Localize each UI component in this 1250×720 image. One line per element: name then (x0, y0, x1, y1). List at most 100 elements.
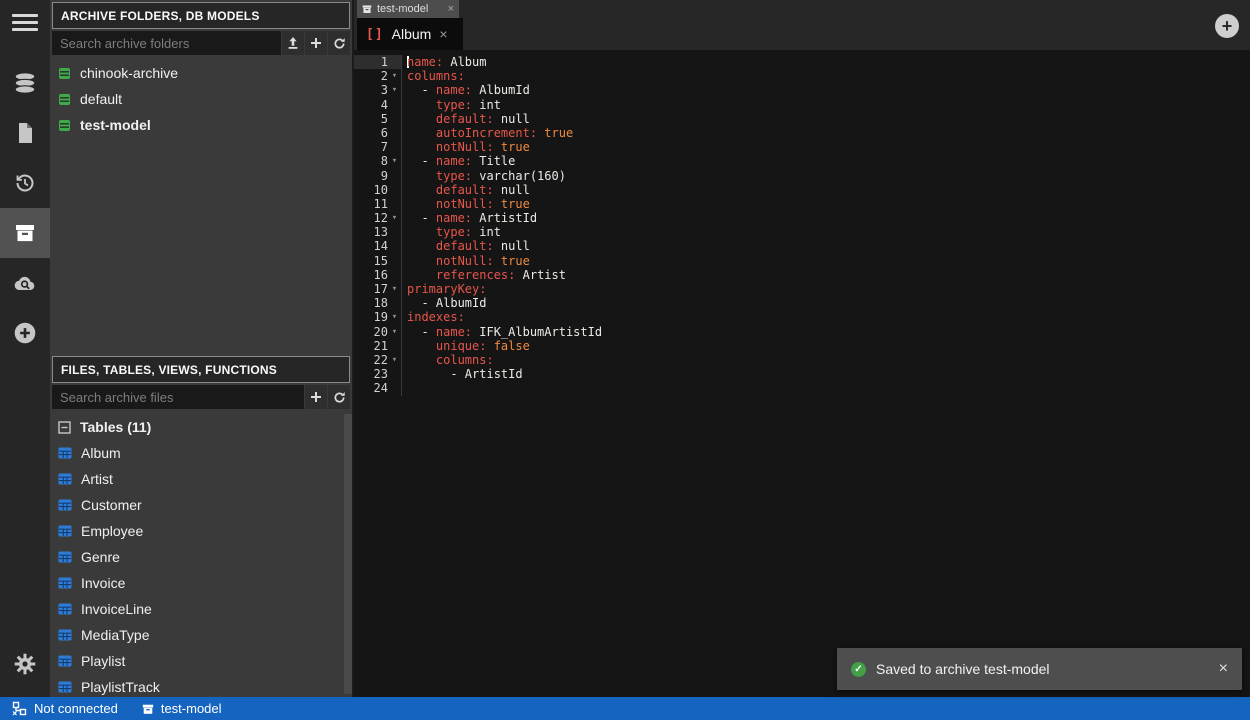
code-text[interactable]: - name: ArtistId (402, 211, 537, 225)
close-icon[interactable]: × (439, 27, 447, 41)
editor-line[interactable]: 22▾ columns: (354, 353, 1250, 367)
table-item[interactable]: MediaType (50, 622, 352, 648)
status-model-label: test-model (161, 701, 222, 716)
table-item[interactable]: Genre (50, 544, 352, 570)
editor-line[interactable]: 20▾ - name: IFK_AlbumArtistId (354, 325, 1250, 339)
tab-group-test-model[interactable]: test-model × (357, 0, 459, 18)
editor-line[interactable]: 13 type: int (354, 225, 1250, 239)
table-item[interactable]: Playlist (50, 648, 352, 674)
editor-line[interactable]: 17▾primaryKey: (354, 282, 1250, 296)
line-number: 3 (354, 83, 388, 97)
sidebar-item-cloud[interactable] (0, 258, 50, 308)
editor-line[interactable]: 11 notNull: true (354, 197, 1250, 211)
editor-line[interactable]: 1name: Album (354, 55, 1250, 69)
table-label: Playlist (81, 653, 125, 669)
code-text[interactable]: indexes: (402, 310, 465, 324)
editor[interactable]: 1name: Album2▾columns:3▾ - name: AlbumId… (354, 50, 1250, 697)
editor-line[interactable]: 6 autoIncrement: true (354, 126, 1250, 140)
table-item[interactable]: Invoice (50, 570, 352, 596)
code-text[interactable]: - name: IFK_AlbumArtistId (402, 325, 602, 339)
code-text[interactable]: notNull: true (402, 140, 530, 154)
editor-line[interactable]: 14 default: null (354, 239, 1250, 253)
line-number: 23 (354, 367, 388, 381)
tables-group-row[interactable]: Tables (11) (50, 414, 352, 440)
archive-search-input[interactable] (52, 31, 281, 55)
table-icon (58, 603, 72, 615)
editor-line[interactable]: 21 unique: false (354, 339, 1250, 353)
editor-line[interactable]: 4 type: int (354, 98, 1250, 112)
code-text[interactable]: - name: Title (402, 154, 515, 168)
editor-line[interactable]: 15 notNull: true (354, 254, 1250, 268)
fold-arrow-icon[interactable]: ▾ (388, 325, 401, 339)
archive-folder-item[interactable]: chinook-archive (50, 60, 352, 86)
fold-arrow-icon[interactable]: ▾ (388, 310, 401, 324)
table-item[interactable]: Album (50, 440, 352, 466)
editor-line[interactable]: 8▾ - name: Title (354, 154, 1250, 168)
code-text[interactable]: default: null (402, 112, 530, 126)
editor-line[interactable]: 19▾indexes: (354, 310, 1250, 324)
code-text[interactable]: name: Album (402, 55, 486, 69)
tab-album[interactable]: [] Album × (357, 18, 463, 50)
table-item[interactable]: Artist (50, 466, 352, 492)
new-tab-button[interactable]: + (1215, 14, 1239, 38)
sidebar-item-add-connection[interactable] (0, 308, 50, 358)
fold-arrow-icon[interactable]: ▾ (388, 154, 401, 168)
fold-spacer (388, 183, 401, 197)
fold-arrow-icon[interactable]: ▾ (388, 353, 401, 367)
editor-line[interactable]: 23 - ArtistId (354, 367, 1250, 381)
code-text[interactable]: references: Artist (402, 268, 566, 282)
close-icon[interactable]: × (448, 4, 454, 15)
status-model[interactable]: test-model (142, 701, 222, 716)
table-item[interactable]: Customer (50, 492, 352, 518)
add-file-button[interactable] (305, 385, 327, 409)
fold-arrow-icon[interactable]: ▾ (388, 69, 401, 83)
editor-line[interactable]: 3▾ - name: AlbumId (354, 83, 1250, 97)
editor-line[interactable]: 16 references: Artist (354, 268, 1250, 282)
code-text[interactable]: type: int (402, 98, 501, 112)
refresh-folders-button[interactable] (328, 31, 350, 55)
editor-line[interactable]: 5 default: null (354, 112, 1250, 126)
fold-arrow-icon[interactable]: ▾ (388, 211, 401, 225)
code-text[interactable]: notNull: true (402, 254, 530, 268)
code-text[interactable]: type: int (402, 225, 501, 239)
code-text[interactable]: default: null (402, 239, 530, 253)
editor-line[interactable]: 2▾columns: (354, 69, 1250, 83)
sidebar-item-history[interactable] (0, 158, 50, 208)
toast-close-button[interactable]: × (1219, 661, 1228, 677)
table-item[interactable]: Employee (50, 518, 352, 544)
code-text[interactable]: notNull: true (402, 197, 530, 211)
code-text[interactable]: - AlbumId (402, 296, 486, 310)
add-folder-button[interactable] (305, 31, 327, 55)
sidebar-item-files[interactable] (0, 108, 50, 158)
code-text[interactable]: type: varchar(160) (402, 169, 566, 183)
files-scrollbar-thumb[interactable] (344, 414, 352, 694)
editor-line[interactable]: 9 type: varchar(160) (354, 169, 1250, 183)
fold-arrow-icon[interactable]: ▾ (388, 83, 401, 97)
code-text[interactable]: columns: (402, 353, 494, 367)
code-text[interactable]: - ArtistId (402, 367, 523, 381)
editor-line[interactable]: 24 (354, 381, 1250, 395)
code-text[interactable]: default: null (402, 183, 530, 197)
table-item[interactable]: InvoiceLine (50, 596, 352, 622)
code-text[interactable]: primaryKey: (402, 282, 486, 296)
code-text[interactable]: columns: (402, 69, 465, 83)
editor-line[interactable]: 12▾ - name: ArtistId (354, 211, 1250, 225)
refresh-files-button[interactable] (328, 385, 350, 409)
code-text[interactable]: - name: AlbumId (402, 83, 530, 97)
files-search-input[interactable] (52, 385, 304, 409)
menu-button[interactable] (0, 0, 50, 44)
editor-line[interactable]: 18 - AlbumId (354, 296, 1250, 310)
editor-line[interactable]: 7 notNull: true (354, 140, 1250, 154)
archive-folder-item[interactable]: default (50, 86, 352, 112)
code-text[interactable]: unique: false (402, 339, 530, 353)
sidebar-item-databases[interactable] (0, 58, 50, 108)
archive-folder-item[interactable]: test-model (50, 112, 352, 138)
status-connection[interactable]: Not connected (12, 701, 118, 716)
code-text[interactable] (402, 381, 407, 395)
settings-button[interactable] (0, 639, 50, 689)
editor-line[interactable]: 10 default: null (354, 183, 1250, 197)
fold-arrow-icon[interactable]: ▾ (388, 282, 401, 296)
sidebar-item-archive[interactable] (0, 208, 50, 258)
upload-button[interactable] (282, 31, 304, 55)
code-text[interactable]: autoIncrement: true (402, 126, 573, 140)
